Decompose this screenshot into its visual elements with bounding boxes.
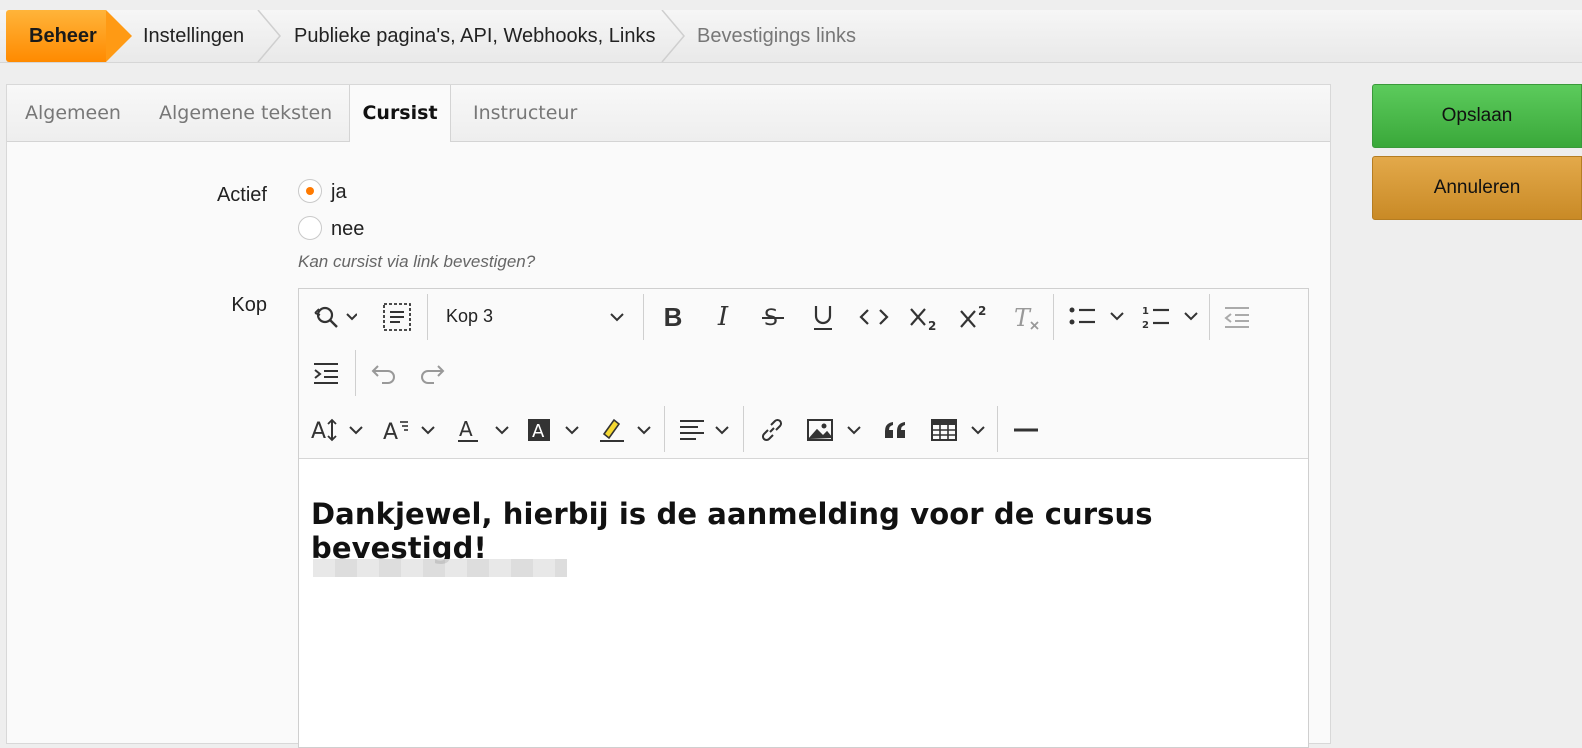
underline-icon[interactable] [809, 300, 837, 334]
indent-icon[interactable] [309, 356, 343, 390]
svg-text:T: T [1014, 304, 1032, 331]
highlight-dropdown[interactable] [597, 413, 655, 447]
editor-toolbar: Kop 3 B I S 2 2 T 1 2 A A A A [299, 289, 1308, 459]
svg-text:2: 2 [1142, 320, 1149, 331]
breadcrumb-separator-icon [257, 10, 281, 62]
background-color-icon: A [528, 419, 579, 442]
image-dropdown[interactable] [805, 413, 865, 447]
redo-icon[interactable] [415, 356, 449, 390]
svg-text:A: A [311, 419, 326, 444]
select-all-button[interactable] [379, 300, 415, 334]
svg-text:A: A [532, 421, 545, 442]
toolbar-separator [997, 406, 998, 452]
breadcrumb-item-instellingen[interactable]: Instellingen [143, 10, 244, 62]
breadcrumb: Beheer Instellingen Publieke pagina's, A… [0, 10, 1582, 63]
horizontal-line-icon[interactable] [1009, 413, 1043, 447]
undo-icon[interactable] [367, 356, 401, 390]
align-left-icon [680, 420, 729, 440]
font-color-dropdown[interactable]: A [455, 413, 513, 447]
toolbar-separator [427, 294, 428, 340]
bulleted-list-dropdown[interactable] [1065, 300, 1129, 334]
find-replace-icon [314, 306, 357, 328]
table-dropdown[interactable] [929, 413, 989, 447]
subscript-icon[interactable]: 2 [907, 300, 941, 334]
breadcrumb-item-current: Bevestigings links [697, 25, 856, 47]
toolbar-separator [664, 406, 665, 452]
strikethrough-icon[interactable]: S [759, 300, 787, 334]
italic-icon[interactable]: I [709, 300, 737, 334]
toolbar-separator [355, 350, 356, 396]
numbered-list-icon: 1 2 [1142, 306, 1198, 331]
font-family-dropdown[interactable]: A [381, 413, 439, 447]
svg-text:1: 1 [1142, 306, 1149, 317]
highlighter-icon [600, 418, 651, 442]
font-size-icon: A [311, 418, 363, 444]
save-button[interactable]: Opslaan [1372, 84, 1582, 148]
blockquote-icon[interactable] [879, 413, 913, 447]
breadcrumb-separator-icon [661, 10, 685, 62]
table-icon [931, 419, 985, 441]
bulleted-list-icon [1069, 307, 1124, 325]
active-hint: Kan cursist via link bevestigen? [298, 252, 536, 271]
font-size-dropdown[interactable]: A [309, 413, 367, 447]
remove-format-icon[interactable]: T [1009, 300, 1043, 334]
editor-content-heading[interactable]: Dankjewel, hierbij is de aanmelding voor… [311, 497, 1308, 565]
settings-panel: Algemeen Algemene teksten Cursist Instru… [6, 84, 1331, 748]
chevron-down-icon[interactable] [609, 311, 625, 323]
superscript-icon[interactable]: 2 [957, 300, 991, 334]
cancel-button[interactable]: Annuleren [1372, 156, 1582, 220]
font-family-icon: A [383, 420, 435, 444]
redacted-text [313, 559, 567, 577]
link-icon[interactable] [755, 413, 789, 447]
tab-algemeen[interactable]: Algemeen [25, 85, 121, 141]
svg-text:A: A [459, 417, 473, 441]
image-icon [807, 419, 861, 441]
tab-cursist[interactable]: Cursist [349, 85, 451, 142]
outdent-icon[interactable] [1219, 300, 1255, 334]
find-replace-dropdown[interactable] [309, 300, 359, 334]
heading-label: Kop [231, 294, 267, 316]
tab-instructeur[interactable]: Instructeur [473, 85, 577, 141]
radio-no-label[interactable]: nee [331, 218, 364, 241]
toolbar-separator [643, 294, 644, 340]
active-label: Actief [216, 184, 267, 206]
heading-select[interactable]: Kop 3 [446, 306, 493, 327]
svg-text:2: 2 [928, 319, 936, 331]
tab-algemene-teksten[interactable]: Algemene teksten [159, 85, 332, 141]
radio-yes[interactable] [298, 179, 322, 203]
numbered-list-dropdown[interactable]: 1 2 [1139, 300, 1203, 334]
code-icon[interactable] [857, 300, 891, 334]
toolbar-separator [1053, 294, 1054, 340]
breadcrumb-item-beheer[interactable]: Beheer [6, 10, 132, 62]
bold-icon[interactable]: B [659, 300, 687, 334]
select-all-icon [383, 303, 411, 331]
radio-yes-label[interactable]: ja [331, 181, 347, 204]
alignment-dropdown[interactable] [677, 413, 733, 447]
svg-text:A: A [383, 420, 398, 444]
toolbar-separator [1209, 294, 1210, 340]
background-color-dropdown[interactable]: A [525, 413, 583, 447]
toolbar-separator [743, 406, 744, 452]
svg-text:2: 2 [978, 304, 986, 318]
breadcrumb-item-publieke[interactable]: Publieke pagina's, API, Webhooks, Links [294, 10, 655, 62]
rich-text-editor: Kop 3 B I S 2 2 T 1 2 A A A A Dankjewel,… [298, 288, 1309, 748]
tab-bar: Algemeen Algemene teksten Cursist Instru… [7, 85, 1330, 142]
font-color-icon: A [458, 417, 509, 442]
radio-no[interactable] [298, 216, 322, 240]
